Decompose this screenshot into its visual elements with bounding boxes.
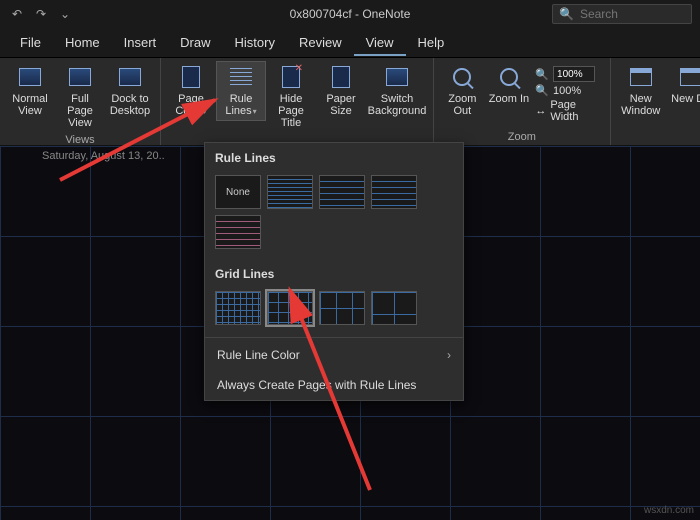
zoom-in-button[interactable]: Zoom In: [487, 62, 532, 108]
page-color-icon: [182, 66, 200, 88]
zoom-in-label: Zoom In: [489, 93, 529, 105]
zoom-out-icon: [453, 68, 471, 86]
normal-view-icon: [19, 68, 41, 86]
zoom-field-icon: 🔍: [535, 68, 549, 81]
always-create-label: Always Create Pages with Rule Lines: [217, 378, 416, 392]
chevron-right-icon: ›: [447, 348, 451, 362]
window-group-label: [664, 129, 667, 143]
new-docked-window-button[interactable]: New Do: [667, 62, 700, 108]
normal-view-label: Normal View: [8, 93, 52, 117]
rule-line-color-menuitem[interactable]: Rule Line Color ›: [205, 340, 463, 370]
dock-label: Dock to Desktop: [108, 93, 152, 117]
rule-lines-button[interactable]: Rule Lines▾: [217, 62, 265, 120]
zoom-in-icon: [500, 68, 518, 86]
rule-standard-swatch[interactable]: [371, 175, 417, 209]
switch-bg-label: Switch Background: [368, 93, 427, 117]
zoom-100-label: 100%: [553, 85, 581, 97]
redo-icon[interactable]: ↷: [34, 7, 48, 21]
zoom-group-label: Zoom: [508, 129, 536, 143]
tab-draw[interactable]: Draw: [168, 29, 222, 56]
tab-history[interactable]: History: [223, 29, 287, 56]
zoom-100-icon: 🔍: [535, 84, 549, 97]
grid-large-swatch[interactable]: [319, 291, 365, 325]
hide-page-title-button[interactable]: ✕ Hide Page Title: [267, 62, 315, 132]
tab-file[interactable]: File: [8, 29, 53, 56]
paper-size-icon: [332, 66, 350, 88]
new-window-icon: [630, 68, 652, 86]
rule-lines-swatches: None: [205, 171, 463, 259]
tab-view[interactable]: View: [354, 29, 406, 56]
zoom-out-label: Zoom Out: [442, 93, 483, 117]
page-color-button[interactable]: Page Color▾: [167, 62, 215, 120]
page-color-label: Page Color: [175, 93, 204, 117]
ribbon-group-zoom: Zoom Out Zoom In 🔍 🔍 100% ↔ Page Width Zoo…: [434, 58, 611, 145]
page-width-label: Page Width: [550, 99, 601, 123]
window-title: 0x800704cf - OneNote: [290, 7, 411, 21]
new-window-label: New Window: [619, 93, 663, 117]
chevron-down-icon: ▾: [203, 107, 207, 116]
grid-medium-swatch[interactable]: [267, 291, 313, 325]
rule-lines-section-title: Rule Lines: [205, 143, 463, 171]
search-icon: 🔍: [559, 7, 574, 21]
paper-size-label: Paper Size: [319, 93, 363, 117]
zoom-100-button[interactable]: 🔍 100%: [535, 84, 601, 97]
switch-background-button[interactable]: Switch Background: [367, 62, 427, 120]
search-box[interactable]: 🔍: [552, 4, 692, 24]
grid-xlarge-swatch[interactable]: [371, 291, 417, 325]
rule-narrow-swatch[interactable]: [267, 175, 313, 209]
grid-small-swatch[interactable]: [215, 291, 261, 325]
page-width-icon: ↔: [535, 105, 546, 117]
full-page-view-label: Full Page View: [58, 93, 102, 129]
zoom-input[interactable]: [553, 66, 595, 82]
dropdown-separator: [205, 337, 463, 338]
rule-college-swatch[interactable]: [319, 175, 365, 209]
rule-lines-icon: [230, 68, 252, 86]
paper-size-button[interactable]: Paper Size: [317, 62, 365, 120]
tab-help[interactable]: Help: [406, 29, 457, 56]
zoom-out-button[interactable]: Zoom Out: [440, 62, 485, 120]
always-create-pages-menuitem[interactable]: Always Create Pages with Rule Lines: [205, 370, 463, 400]
normal-view-button[interactable]: Normal View: [6, 62, 54, 120]
tab-home[interactable]: Home: [53, 29, 112, 56]
titlebar: ↶ ↷ ⌄ 0x800704cf - OneNote 🔍: [0, 0, 700, 28]
hide-title-label: Hide Page Title: [269, 93, 313, 129]
hide-title-icon: ✕: [282, 66, 300, 88]
grid-lines-swatches: [205, 287, 463, 335]
rule-line-color-label: Rule Line Color: [217, 348, 300, 362]
rule-none-swatch[interactable]: None: [215, 175, 261, 209]
tab-review[interactable]: Review: [287, 29, 354, 56]
rule-none-label: None: [226, 187, 250, 198]
switch-bg-icon: [386, 68, 408, 86]
back-icon[interactable]: ↶: [10, 7, 24, 21]
full-page-view-button[interactable]: Full Page View: [56, 62, 104, 132]
zoom-stack: 🔍 🔍 100% ↔ Page Width: [533, 62, 603, 127]
page-width-button[interactable]: ↔ Page Width: [535, 99, 601, 123]
grid-lines-section-title: Grid Lines: [205, 259, 463, 287]
new-window-button[interactable]: New Window: [617, 62, 665, 120]
page-date-label: Saturday, August 13, 20..: [42, 150, 165, 162]
rule-lines-label: Rule Lines: [225, 93, 252, 117]
new-docked-label: New Do: [671, 93, 700, 105]
dock-icon: [119, 68, 141, 86]
dock-to-desktop-button[interactable]: Dock to Desktop: [106, 62, 154, 120]
full-page-view-icon: [69, 68, 91, 86]
views-group-label: Views: [65, 132, 94, 146]
ribbon-group-views: Normal View Full Page View Dock to Deskt…: [0, 58, 161, 145]
rule-wide-swatch[interactable]: [215, 215, 261, 249]
tab-insert[interactable]: Insert: [112, 29, 169, 56]
ribbon-group-page-setup: Page Color▾ Rule Lines▾ ✕ Hide Page Titl…: [161, 58, 434, 145]
ribbon-group-window: New Window New Do: [611, 58, 700, 145]
ribbon-tabs: File Home Insert Draw History Review Vie…: [0, 28, 700, 58]
rule-lines-dropdown: Rule Lines None Grid Lines Rule Line Col…: [204, 142, 464, 401]
search-input[interactable]: [580, 7, 685, 21]
qat-dropdown-icon[interactable]: ⌄: [58, 7, 72, 21]
chevron-down-icon: ▾: [253, 107, 257, 116]
new-docked-icon: [680, 68, 700, 86]
watermark: wsxdn.com: [644, 505, 694, 516]
ribbon: Normal View Full Page View Dock to Deskt…: [0, 58, 700, 146]
